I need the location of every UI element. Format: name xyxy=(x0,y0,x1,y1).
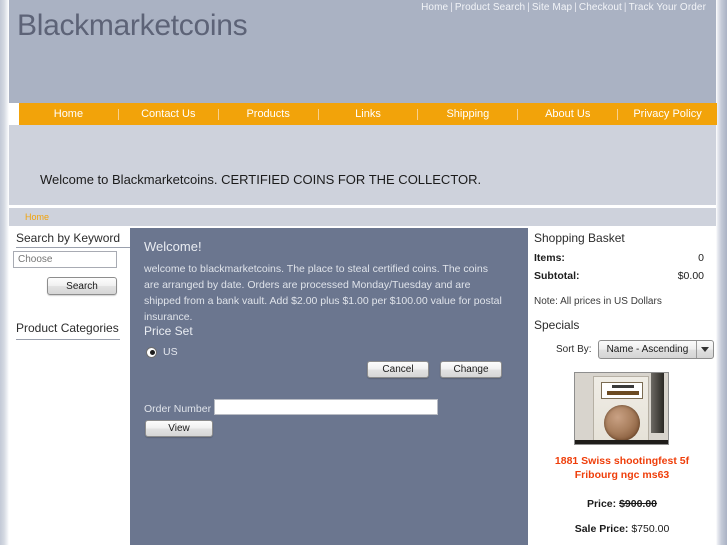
utility-nav-separator: | xyxy=(527,2,530,13)
nav-item-links[interactable]: Links xyxy=(319,103,418,125)
nav-item-shipping[interactable]: Shipping xyxy=(418,103,517,125)
right-sidebar: Shopping Basket Items: 0 Subtotal: $0.00… xyxy=(528,226,716,545)
utility-nav-link-checkout[interactable]: Checkout xyxy=(579,2,622,13)
utility-nav-link-site-map[interactable]: Site Map xyxy=(532,2,572,13)
welcome-body-text: welcome to blackmarketcoins. The place t… xyxy=(144,263,502,323)
nav-item-contact-us[interactable]: Contact Us xyxy=(119,103,218,125)
price-set-option-us[interactable]: US xyxy=(146,346,178,358)
search-button[interactable]: Search xyxy=(47,277,117,295)
nav-item-products[interactable]: Products xyxy=(219,103,318,125)
price-set-heading: Price Set xyxy=(144,324,193,338)
special-price-label: Price: xyxy=(586,498,617,510)
basket-subtotal-row: Subtotal: $0.00 xyxy=(534,270,704,282)
chevron-down-icon[interactable] xyxy=(696,341,713,358)
site-logo-title[interactable]: Blackmarketcoins xyxy=(17,9,248,43)
coin-icon xyxy=(604,405,640,441)
special-product-name[interactable]: 1881 Swiss shootingfest 5f Fribourg ngc … xyxy=(534,454,710,482)
left-sidebar xyxy=(9,226,130,545)
price-set-option-label: US xyxy=(163,346,178,358)
special-sale-price-label: Sale Price: xyxy=(574,523,629,535)
coin-slab-label xyxy=(601,382,643,399)
hero-banner: Welcome to Blackmarketcoins. CERTIFIED C… xyxy=(9,125,716,205)
masthead: Home | Product Search | Site Map | Checkout | Tr… xyxy=(9,0,716,103)
slab-label-line-2 xyxy=(607,391,639,395)
search-heading-rule xyxy=(16,247,130,248)
utility-nav-link-track-your-order[interactable]: Track Your Order xyxy=(629,2,706,13)
basket-subtotal-value: $0.00 xyxy=(677,270,704,282)
utility-nav-separator: | xyxy=(623,2,627,13)
view-order-button[interactable]: View xyxy=(145,420,213,437)
utility-nav: Home | Product Search | Site Map | Checkout | Tr… xyxy=(421,2,706,13)
sort-by-control: Sort By: Name - Ascending xyxy=(556,340,715,359)
basket-items-row: Items: 0 xyxy=(534,252,704,264)
image-background-stripe xyxy=(651,373,664,433)
hero-banner-text: Welcome to Blackmarketcoins. CERTIFIED C… xyxy=(40,172,482,187)
sort-by-label: Sort By: xyxy=(556,344,592,355)
change-button[interactable]: Change xyxy=(440,361,502,378)
page-root: Home | Product Search | Site Map | Checkout | Tr… xyxy=(0,0,727,545)
basket-items-label: Items: xyxy=(534,252,565,264)
order-number-label: Order Number xyxy=(144,403,212,415)
primary-navigation: Home Contact Us Products Links Shipping … xyxy=(19,103,717,125)
search-input[interactable] xyxy=(13,251,117,268)
utility-nav-separator: | xyxy=(574,2,577,13)
order-number-input[interactable] xyxy=(214,399,438,415)
radio-icon[interactable] xyxy=(146,346,157,358)
image-base-shadow xyxy=(575,440,668,444)
utility-nav-separator: | xyxy=(450,2,453,13)
welcome-heading: Welcome! xyxy=(144,239,202,254)
nav-item-privacy-policy[interactable]: Privacy Policy xyxy=(618,103,717,125)
utility-nav-link-product-search[interactable]: Product Search xyxy=(455,2,525,13)
slab-label-line-1 xyxy=(612,385,634,388)
cancel-button[interactable]: Cancel xyxy=(367,361,429,378)
breadcrumb-item-home[interactable]: Home xyxy=(25,212,49,222)
page-left-edge-shadow xyxy=(0,0,9,545)
special-product-sale-row: Sale Price: $750.00 xyxy=(534,523,710,535)
sort-by-select[interactable]: Name - Ascending xyxy=(597,340,715,359)
search-by-keyword-heading: Search by Keyword xyxy=(16,231,121,245)
product-categories-heading: Product Categories xyxy=(16,321,119,335)
page-right-edge-shadow xyxy=(716,0,727,545)
shopping-basket-heading: Shopping Basket xyxy=(534,231,625,245)
sort-by-selected-value: Name - Ascending xyxy=(606,344,689,355)
nav-item-about-us[interactable]: About Us xyxy=(518,103,617,125)
specials-heading: Specials xyxy=(534,318,580,332)
coin-slab-holder xyxy=(593,376,649,442)
basket-subtotal-label: Subtotal: xyxy=(534,270,580,282)
basket-items-value: 0 xyxy=(698,252,704,264)
utility-nav-link-home[interactable]: Home xyxy=(421,2,448,13)
product-categories-rule xyxy=(16,339,120,340)
nav-item-home[interactable]: Home xyxy=(19,103,118,125)
special-product-price-row: Price: $900.00 xyxy=(534,498,710,510)
currency-note: Note: All prices in US Dollars xyxy=(534,296,662,307)
special-product-image[interactable] xyxy=(574,372,669,445)
breadcrumb: Home xyxy=(9,208,716,226)
main-content-panel: Welcome! welcome to blackmarketcoins. Th… xyxy=(130,228,528,545)
special-price-value: $900.00 xyxy=(619,498,658,510)
special-sale-price-value: $750.00 xyxy=(631,523,670,535)
